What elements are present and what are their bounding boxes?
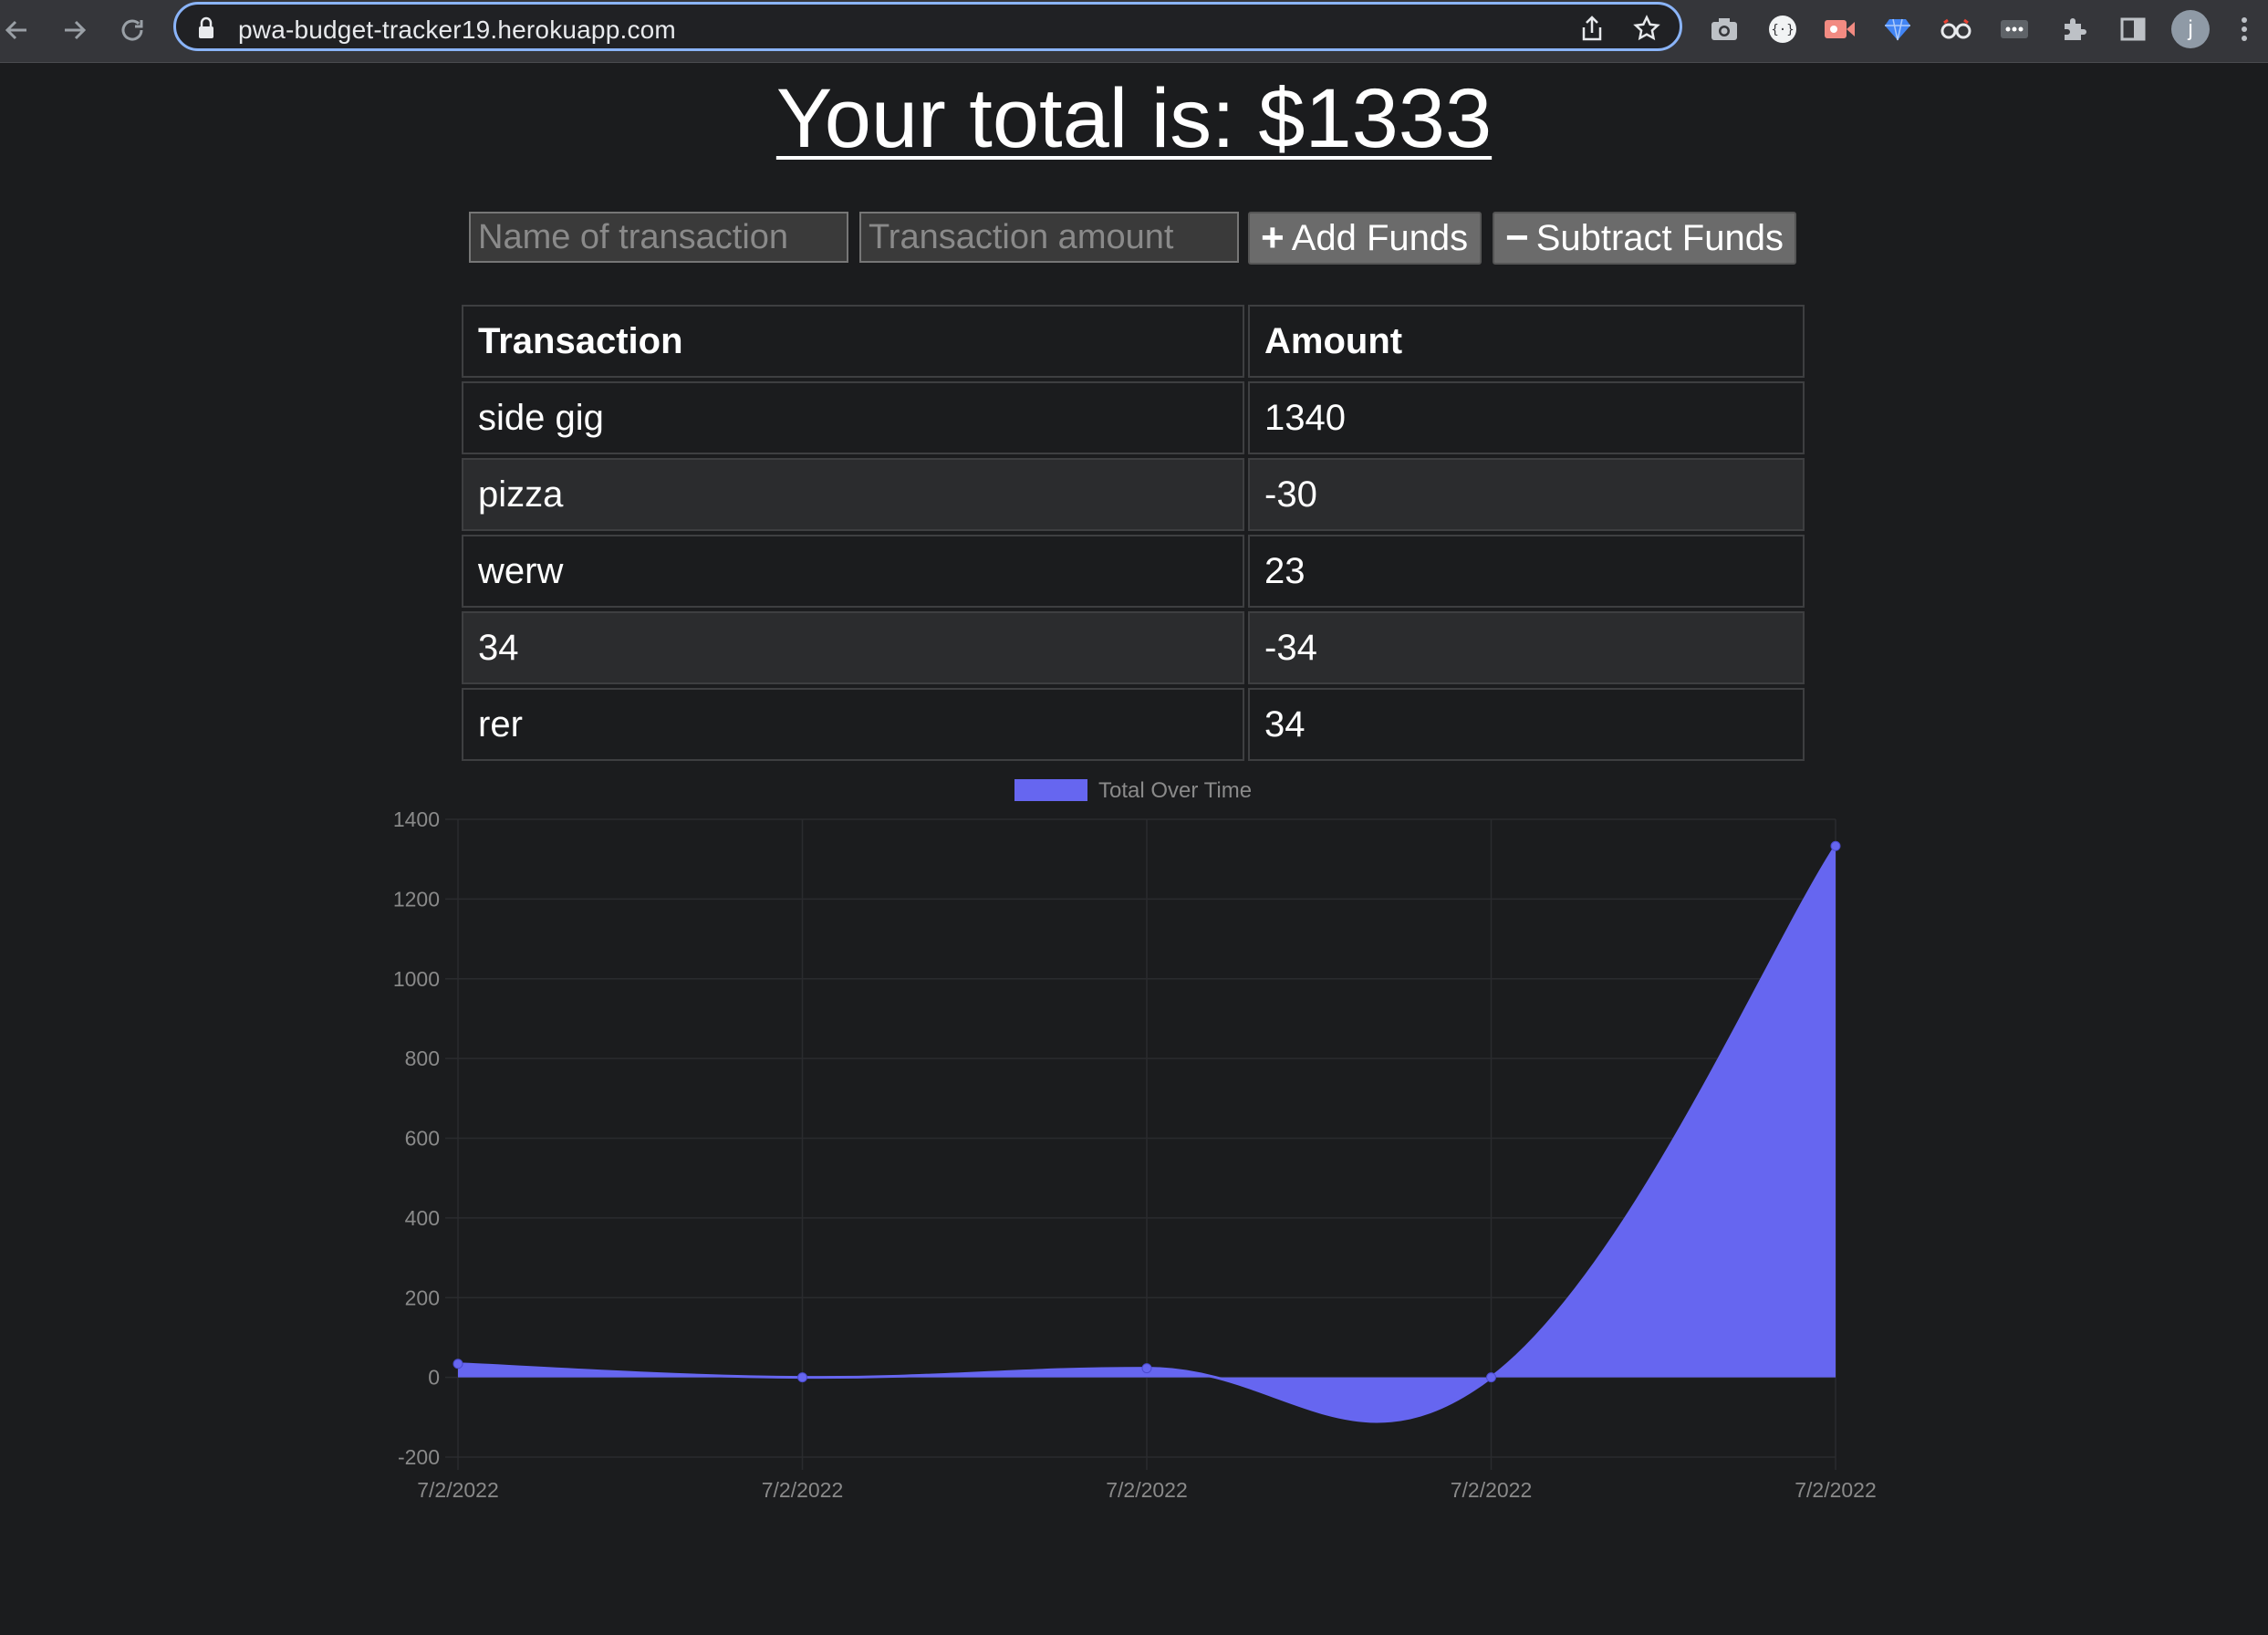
x-tick-label: 7/2/2022 xyxy=(1451,1478,1533,1502)
legend-label: Total Over Time xyxy=(1098,778,1252,803)
y-tick-label: 1400 xyxy=(393,807,440,831)
y-tick-label: 600 xyxy=(405,1127,440,1151)
data-point xyxy=(797,1372,807,1383)
data-point xyxy=(1141,1363,1152,1374)
y-tick-label: 400 xyxy=(405,1206,440,1230)
total-over-time-chart: 1400 1200 1000 800 600 400 200 0 -200 7/2/2022 7/2… xyxy=(393,778,1877,1502)
y-tick-label: 1000 xyxy=(393,967,440,991)
data-point xyxy=(1486,1372,1496,1383)
y-tick-label: -200 xyxy=(398,1445,440,1469)
y-tick-label: 0 xyxy=(428,1366,440,1390)
data-point xyxy=(1830,840,1841,851)
data-point xyxy=(453,1359,463,1369)
y-tick-label: 800 xyxy=(405,1047,440,1070)
x-tick-label: 7/2/2022 xyxy=(1106,1478,1188,1502)
x-tick-label: 7/2/2022 xyxy=(417,1478,499,1502)
x-tick-label: 7/2/2022 xyxy=(762,1478,844,1502)
legend-swatch xyxy=(1014,779,1087,801)
y-tick-label: 200 xyxy=(405,1286,440,1309)
x-tick-label: 7/2/2022 xyxy=(1795,1478,1877,1502)
y-tick-label: 1200 xyxy=(393,887,440,911)
